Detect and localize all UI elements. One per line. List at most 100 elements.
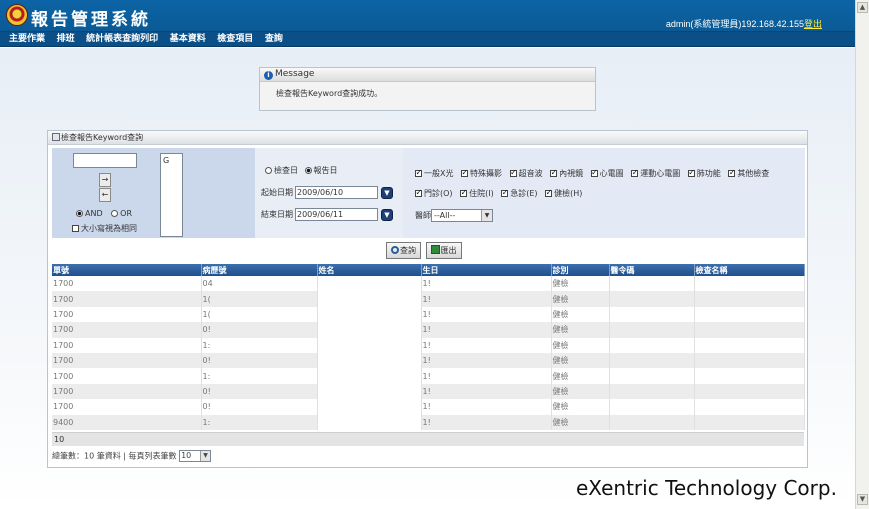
column-header[interactable]: 單號 [52, 264, 202, 276]
keyword-list[interactable]: G [160, 153, 183, 237]
column-header[interactable]: 姓名 [317, 264, 422, 276]
table-row[interactable]: 1700 0! 1! 健檢 [52, 322, 805, 338]
logout-link[interactable]: 登出 [804, 19, 822, 29]
or-radio[interactable] [111, 210, 119, 217]
vertical-scrollbar[interactable]: ▲ ▼ [855, 0, 869, 509]
and-radio[interactable] [76, 210, 83, 217]
table-cell: 1! [421, 399, 552, 415]
menu-item-query[interactable]: 查詢 [265, 32, 283, 46]
case-insensitive-checkbox[interactable] [72, 225, 79, 232]
scroll-down-icon[interactable]: ▼ [857, 494, 868, 505]
pager-footer: 總筆數：10 筆資料 | 每頁列表筆數 10 ▼ [52, 450, 212, 462]
table-row[interactable]: 1700 0! 1! 健檢 [52, 383, 805, 400]
table-cell [609, 276, 695, 292]
page-size-select[interactable]: 10 ▼ [179, 450, 212, 462]
table-cell [317, 399, 422, 415]
keyword-input[interactable] [73, 153, 137, 168]
category-label: 肺功能 [696, 169, 721, 178]
column-header[interactable]: 檢查名稱 [694, 264, 805, 276]
table-cell [317, 291, 422, 307]
date-section: 檢查日 報告日 起始日期 2009/06/10 ▼ 結束日期 2009/06/11 ▼ [255, 148, 403, 238]
search-button[interactable]: 查詢 [386, 242, 421, 259]
visit-type-checkbox[interactable] [460, 188, 467, 197]
category-checkbox[interactable] [461, 168, 468, 177]
menu-item-exam-items[interactable]: 檢查項目 [217, 32, 253, 46]
category-label: 超音波 [518, 169, 543, 178]
scroll-up-icon[interactable]: ▲ [857, 2, 868, 13]
table-row[interactable]: 1700 1: 1! 健檢 [52, 368, 805, 384]
table-cell: 1! [421, 352, 552, 369]
export-icon [430, 245, 440, 254]
or-label: OR [120, 209, 133, 218]
user-info: admin(系統管理員)192.168.42.155登出 [666, 17, 822, 30]
end-date-input[interactable]: 2009/06/11 [295, 208, 378, 221]
menu-item-schedule[interactable]: 排班 [57, 32, 75, 46]
table-cell: 健檢 [551, 383, 610, 400]
keyword-section: → ← G AND OR 大小寫視為相同 [52, 148, 255, 238]
table-cell: 1( [201, 291, 318, 307]
table-cell: 1700 [52, 399, 202, 415]
category-checkbox[interactable] [687, 168, 695, 177]
visit-type-checkbox[interactable] [501, 188, 508, 197]
table-cell: 1! [421, 337, 552, 353]
report-date-radio[interactable] [304, 167, 312, 174]
remove-keyword-button[interactable]: ← [99, 188, 111, 202]
calendar-dropdown-icon[interactable]: ▼ [381, 208, 393, 221]
main-menu: 主要作業 排班 統計帳表查詢列印 基本資料 檢查項目 查詢 [0, 32, 855, 47]
category-checkbox[interactable] [509, 168, 517, 177]
table-cell: 1: [201, 337, 318, 353]
table-cell [609, 337, 695, 353]
table-row[interactable]: 1700 1: 1! 健檢 [52, 337, 805, 353]
table-cell [609, 368, 695, 384]
category-label: 內視鏡 [559, 169, 584, 178]
visit-type-checkbox[interactable] [415, 188, 422, 197]
table-cell [694, 368, 805, 384]
table-cell: 健檢 [551, 414, 610, 430]
category-checkbox[interactable] [550, 168, 557, 177]
menu-item-basic-data[interactable]: 基本資料 [170, 32, 206, 46]
menu-item-main[interactable]: 主要作業 [9, 32, 45, 46]
column-header[interactable]: 生日 [421, 264, 552, 276]
table-cell: 1700 [52, 306, 202, 323]
check-date-radio[interactable] [265, 167, 272, 174]
table-row[interactable]: 1700 1(1! 健檢 [52, 291, 805, 307]
search-window-icon [52, 133, 60, 141]
total-records-text: 總筆數：10 筆資料 | 每頁列表筆數 [52, 451, 177, 461]
table-cell: 9400 [52, 414, 202, 430]
column-header[interactable]: 診別 [551, 264, 610, 276]
table-row[interactable]: 1700 04 1! 健檢 [52, 276, 805, 292]
chevron-down-icon: ▼ [481, 210, 492, 221]
table-cell: 1: [201, 368, 318, 384]
table-cell: 1! [421, 414, 552, 430]
end-date-label: 結束日期 [261, 210, 293, 219]
add-keyword-button[interactable]: → [99, 173, 111, 187]
table-row[interactable]: 1700 0! 1! 健檢 [52, 399, 805, 415]
visit-type-label: 門診(O) [424, 189, 453, 198]
category-checkbox[interactable] [415, 168, 422, 177]
category-checkbox[interactable] [631, 168, 638, 177]
table-cell [609, 399, 695, 415]
doctor-select[interactable]: --All-- ▼ [431, 209, 493, 222]
category-checkbox[interactable] [590, 168, 598, 177]
menu-item-reports-print[interactable]: 統計帳表查詢列印 [86, 32, 158, 46]
table-cell [609, 291, 695, 307]
visit-type-checkbox[interactable] [545, 188, 552, 197]
table-cell [694, 337, 805, 353]
content-area: i Message 檢查報告Keyword查詢成功。 檢查報告Keyword查詢 … [0, 48, 855, 509]
table-row[interactable]: 1700 0! 1! 健檢 [52, 352, 805, 369]
column-header[interactable]: 醫令碼 [609, 264, 695, 276]
start-date-input[interactable]: 2009/06/10 [295, 186, 378, 199]
category-checkbox[interactable] [728, 168, 736, 177]
calendar-dropdown-icon[interactable]: ▼ [381, 186, 393, 199]
export-button[interactable]: 匯出 [425, 242, 462, 259]
table-cell: 1700 [52, 383, 202, 400]
table-cell [317, 368, 422, 384]
table-row[interactable]: 1700 1(1! 健檢 [52, 306, 805, 323]
table-row[interactable]: 9400 1: 1! 健檢 [52, 414, 805, 430]
panel-header: 檢查報告Keyword查詢 [48, 131, 807, 145]
export-button-label: 匯出 [440, 246, 457, 255]
table-cell [609, 306, 695, 323]
page-size-value: 10 [181, 451, 192, 460]
table-cell: 健檢 [551, 337, 610, 353]
column-header[interactable]: 病歷號 [201, 264, 318, 276]
